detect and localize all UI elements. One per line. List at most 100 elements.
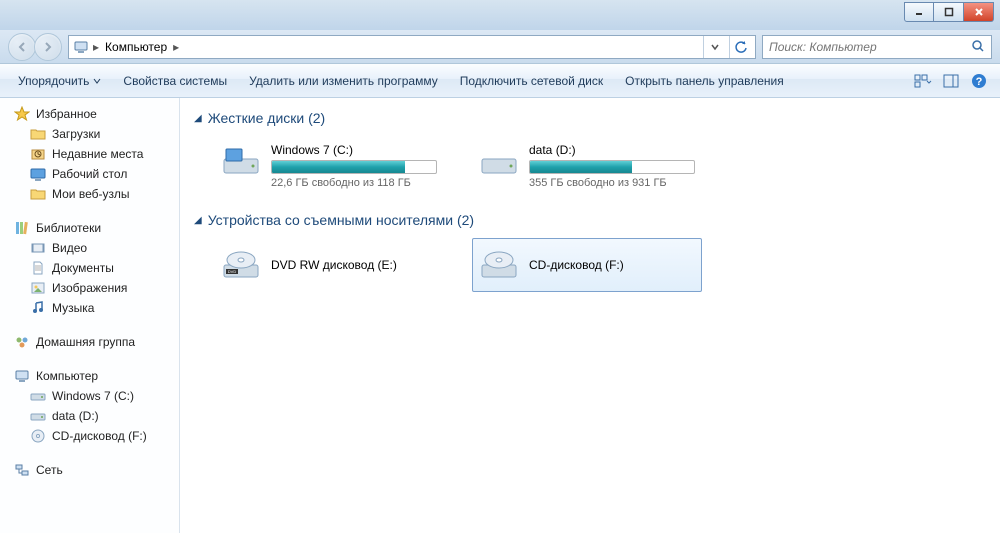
drive-d[interactable]: data (D:) 355 ГБ свободно из 931 ГБ [472, 136, 702, 196]
minimize-button[interactable] [904, 2, 934, 22]
search-input[interactable] [767, 39, 971, 55]
label: CD-дисковод (F:) [52, 429, 147, 443]
label: data (D:) [52, 409, 99, 423]
label: Избранное [36, 107, 97, 121]
back-icon [15, 40, 29, 54]
open-control-panel-button[interactable]: Открыть панель управления [615, 70, 794, 92]
drive-info: data (D:) 355 ГБ свободно из 931 ГБ [529, 143, 695, 189]
dvd-drive-e[interactable]: DVD DVD RW дисковод (E:) [214, 238, 444, 292]
address-dropdown-button[interactable] [703, 36, 725, 58]
preview-pane-button[interactable] [938, 69, 964, 93]
sidebar-item-videos[interactable]: Видео [0, 238, 179, 258]
drive-icon [30, 388, 46, 404]
maximize-button[interactable] [934, 2, 964, 22]
capacity-bar [529, 160, 695, 174]
label: Удалить или изменить программу [249, 74, 438, 88]
map-network-drive-button[interactable]: Подключить сетевой диск [450, 70, 613, 92]
star-icon [14, 106, 30, 122]
drive-name: CD-дисковод (F:) [529, 258, 695, 272]
section-title: Устройства со съемными носителями (2) [208, 212, 474, 228]
svg-text:?: ? [976, 76, 983, 88]
drive-free-text: 22,6 ГБ свободно из 118 ГБ [271, 177, 437, 189]
hdd-drives-row: Windows 7 (C:) 22,6 ГБ свободно из 118 Г… [214, 136, 986, 196]
libraries-icon [14, 220, 30, 236]
drive-info: CD-дисковод (F:) [529, 245, 695, 285]
computer-icon [73, 39, 89, 55]
view-options-button[interactable] [910, 69, 936, 93]
chevron-down-icon [710, 42, 720, 52]
drive-info: DVD RW дисковод (E:) [271, 245, 437, 285]
back-button[interactable] [8, 33, 36, 61]
breadcrumb-chevron-icon[interactable]: ▸ [173, 40, 179, 54]
sidebar-item-drive-c[interactable]: Windows 7 (C:) [0, 386, 179, 406]
cd-drive-icon [479, 245, 519, 285]
cd-drive-f[interactable]: CD-дисковод (F:) [472, 238, 702, 292]
main-panel: ◢ Жесткие диски (2) Windows 7 (C:) 22,6 … [180, 98, 1000, 533]
label: Компьютер [36, 369, 98, 383]
desktop-icon [30, 166, 46, 182]
breadcrumb-computer[interactable]: Компьютер [103, 40, 169, 54]
window-controls [904, 2, 994, 22]
drive-name: Windows 7 (C:) [271, 143, 437, 157]
collapse-icon: ◢ [194, 113, 202, 124]
sidebar-item-websites[interactable]: Мои веб-узлы [0, 184, 179, 204]
section-header-removable[interactable]: ◢ Устройства со съемными носителями (2) [194, 212, 986, 228]
help-button[interactable]: ? [966, 69, 992, 93]
removable-drives-row: DVD DVD RW дисковод (E:) CD-дисковод (F:… [214, 238, 986, 292]
sidebar-item-pictures[interactable]: Изображения [0, 278, 179, 298]
document-icon [30, 260, 46, 276]
refresh-button[interactable] [729, 36, 751, 58]
label: Музыка [52, 301, 94, 315]
label: Свойства системы [123, 74, 227, 88]
collapse-icon: ◢ [194, 215, 202, 226]
label: Изображения [52, 281, 127, 295]
sidebar-header-libraries[interactable]: Библиотеки [0, 218, 179, 238]
label: Подключить сетевой диск [460, 74, 603, 88]
titlebar [0, 0, 1000, 30]
refresh-icon [734, 40, 748, 54]
view-icon [914, 74, 932, 88]
drive-icon [30, 408, 46, 424]
svg-text:DVD: DVD [228, 269, 237, 274]
preview-pane-icon [943, 74, 959, 88]
forward-button[interactable] [34, 33, 62, 61]
computer-icon [14, 368, 30, 384]
sidebar-group-computer: Компьютер Windows 7 (C:) data (D:) CD-ди… [0, 366, 179, 446]
sidebar-item-desktop[interactable]: Рабочий стол [0, 164, 179, 184]
close-button[interactable] [964, 2, 994, 22]
breadcrumb-chevron-icon[interactable]: ▸ [93, 40, 99, 54]
sidebar-group-libraries: Библиотеки Видео Документы Изображения М… [0, 218, 179, 318]
sidebar-group-favorites: Избранное Загрузки Недавние места Рабочи… [0, 104, 179, 204]
navigation-bar: ▸ Компьютер ▸ [0, 30, 1000, 64]
uninstall-program-button[interactable]: Удалить или изменить программу [239, 70, 448, 92]
disc-icon [30, 428, 46, 444]
label: Сеть [36, 463, 63, 477]
organize-button[interactable]: Упорядочить [8, 70, 111, 92]
sidebar-header-favorites[interactable]: Избранное [0, 104, 179, 124]
close-icon [974, 7, 984, 17]
sidebar-item-recent[interactable]: Недавние места [0, 144, 179, 164]
address-bar[interactable]: ▸ Компьютер ▸ [68, 35, 756, 59]
search-bar[interactable] [762, 35, 992, 59]
sidebar-item-documents[interactable]: Документы [0, 258, 179, 278]
system-properties-button[interactable]: Свойства системы [113, 70, 237, 92]
drive-name: DVD RW дисковод (E:) [271, 258, 437, 272]
maximize-icon [944, 7, 954, 17]
sidebar-item-cd-drive-f[interactable]: CD-дисковод (F:) [0, 426, 179, 446]
sidebar-header-homegroup[interactable]: Домашняя группа [0, 332, 179, 352]
sidebar-group-network: Сеть [0, 460, 179, 480]
sidebar-item-music[interactable]: Музыка [0, 298, 179, 318]
content-area: Избранное Загрузки Недавние места Рабочи… [0, 98, 1000, 533]
drive-icon [479, 143, 519, 183]
label: Недавние места [52, 147, 143, 161]
label: Документы [52, 261, 114, 275]
sidebar-item-downloads[interactable]: Загрузки [0, 124, 179, 144]
sidebar-header-network[interactable]: Сеть [0, 460, 179, 480]
chevron-down-icon [93, 77, 101, 85]
help-icon: ? [971, 73, 987, 89]
drive-c[interactable]: Windows 7 (C:) 22,6 ГБ свободно из 118 Г… [214, 136, 444, 196]
section-header-hdd[interactable]: ◢ Жесткие диски (2) [194, 110, 986, 126]
label: Мои веб-узлы [52, 187, 129, 201]
sidebar-item-drive-d[interactable]: data (D:) [0, 406, 179, 426]
sidebar-header-computer[interactable]: Компьютер [4, 366, 175, 386]
